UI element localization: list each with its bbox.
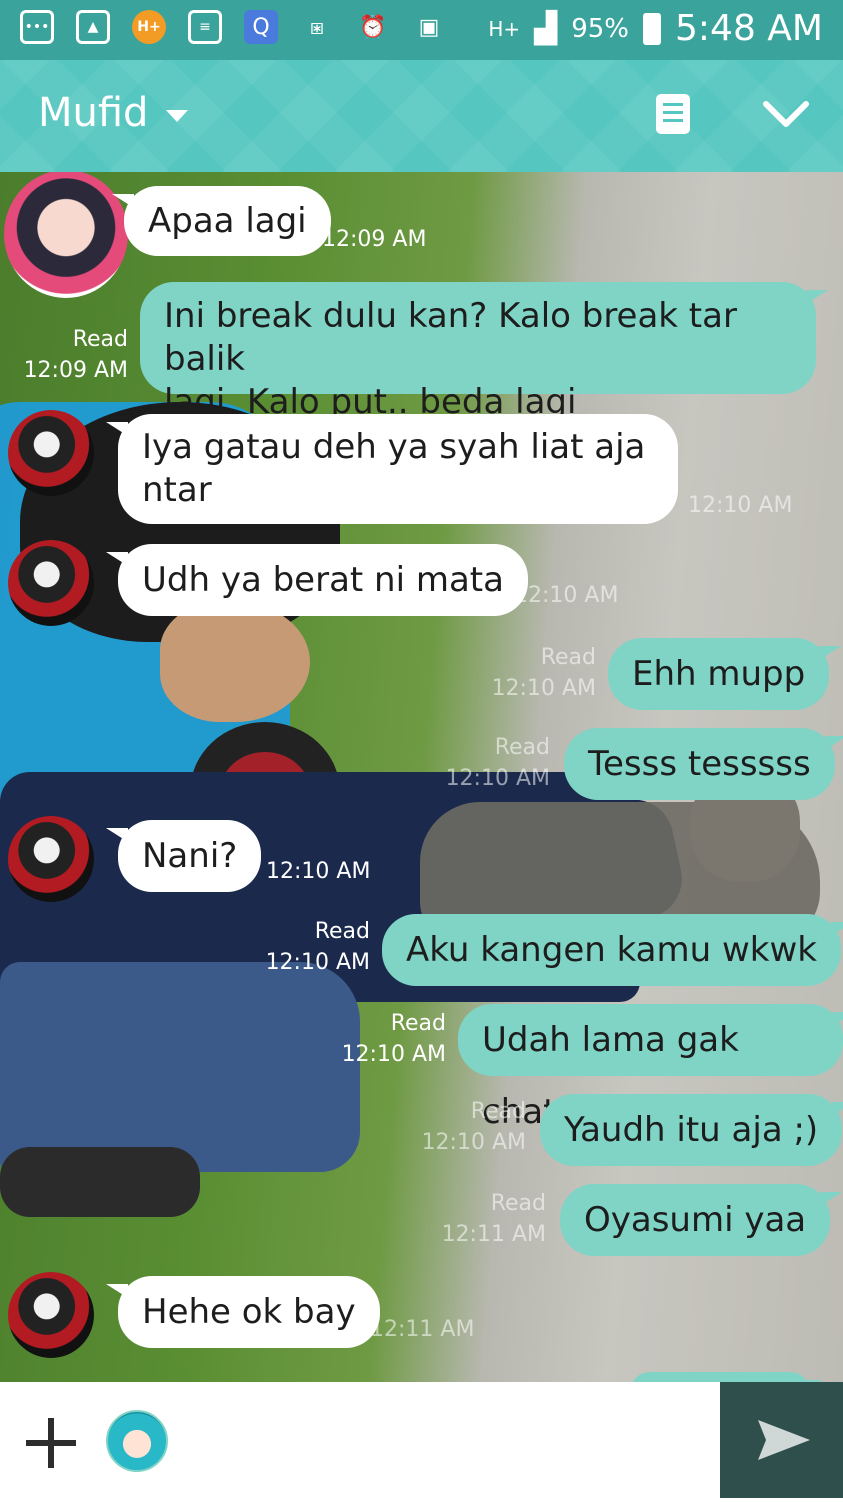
search-app-icon: Q bbox=[244, 10, 278, 44]
message-meta: Read 12:10 AM bbox=[434, 732, 550, 794]
vibrate-icon: ⧆ bbox=[310, 14, 324, 40]
message-bubble-incoming[interactable]: Apaa lagi bbox=[112, 186, 331, 256]
message-meta: Read 12:10 AM bbox=[410, 1096, 526, 1158]
message-text: Ini break dulu kan? Kalo break tar balik bbox=[164, 296, 737, 379]
message-time: 12:10 AM bbox=[421, 1130, 526, 1155]
message-time: 12:10 AM bbox=[688, 493, 793, 518]
alarm-icon: ⏰ bbox=[359, 14, 387, 40]
message-bubble-outgoing[interactable]: Tesss tesssss bbox=[564, 728, 843, 800]
chat-area[interactable]: Apaa lagi 12:09 AM Read 12:09 AM Ini bre… bbox=[0, 172, 843, 1382]
contact-name[interactable]: Mufid bbox=[38, 90, 148, 136]
gallery-icon: ▲ bbox=[76, 10, 110, 44]
message-meta: Read 12:09 AM bbox=[20, 324, 128, 386]
message-time: 12:11 AM bbox=[370, 1317, 475, 1342]
read-label: Read bbox=[72, 327, 128, 352]
message-meta: Read 12:10 AM bbox=[480, 642, 596, 704]
message-bubble-outgoing[interactable]: Ini break dulu kan? Kalo break tar balik… bbox=[140, 282, 828, 422]
message-meta: Read 12:10 AM bbox=[254, 916, 370, 978]
read-label: Read bbox=[390, 1011, 446, 1036]
message-text: Nani? bbox=[142, 836, 238, 876]
chat-bubble-icon: ••• bbox=[20, 10, 54, 44]
chat-header: Mufid bbox=[0, 60, 843, 172]
message-bubble-outgoing[interactable]: Aku kangen kamu wkwk bbox=[382, 914, 843, 986]
message-bubble-outgoing[interactable]: Yaudh itu aja ;) bbox=[540, 1094, 843, 1166]
clock: 5:48 AM bbox=[675, 8, 823, 49]
ghoul-avatar[interactable] bbox=[8, 410, 94, 496]
message-text: Yaudh itu aja ;) bbox=[564, 1110, 819, 1150]
message-time: 12:10 AM bbox=[445, 766, 550, 791]
ghoul-avatar[interactable] bbox=[8, 540, 94, 626]
add-icon[interactable] bbox=[26, 1418, 76, 1468]
message-text: Tesss tesssss bbox=[588, 744, 811, 784]
bbm-icon: ≡ bbox=[188, 10, 222, 44]
message-bubble-incoming[interactable]: Hehe ok bay bbox=[106, 1276, 380, 1348]
message-time: 12:10 AM bbox=[491, 676, 596, 701]
message-time: 12:10 AM bbox=[514, 583, 619, 608]
status-right: H+ ▟ 95% 5:48 AM bbox=[488, 8, 823, 49]
message-bubble-outgoing[interactable]: Oyasumi yaa bbox=[560, 1184, 843, 1256]
message-bubble-outgoing[interactable]: Udah lama gak chat bbox=[458, 1004, 843, 1132]
read-label: Read bbox=[314, 919, 370, 944]
battery-percent: 95% bbox=[571, 13, 630, 44]
message-text: Oyasumi yaa bbox=[584, 1200, 807, 1240]
send-button[interactable] bbox=[720, 1382, 843, 1498]
message-time: 12:09 AM bbox=[322, 227, 427, 252]
message-bubble-outgoing[interactable]: Ehh mupp bbox=[608, 638, 842, 710]
network-icon: H+ bbox=[488, 16, 521, 41]
read-label: Read bbox=[540, 645, 596, 670]
message-time: 12:11 AM bbox=[441, 1222, 546, 1247]
message-text: ntar bbox=[142, 470, 212, 510]
status-bar: ••• ▲ H+ ≡ Q ⧆ ⏰ ▣ H+ ▟ 95% 5:48 AM bbox=[0, 0, 843, 60]
message-text: Udh ya berat ni mata bbox=[142, 560, 504, 600]
read-label: Read bbox=[470, 1099, 526, 1124]
message-text: Aku kangen kamu wkwk bbox=[406, 930, 817, 970]
message-text: Apaa lagi bbox=[148, 201, 307, 241]
hplus-app-icon: H+ bbox=[132, 10, 166, 44]
message-bubble-outgoing-partial[interactable] bbox=[630, 1372, 822, 1382]
input-bar bbox=[0, 1382, 720, 1498]
message-time: 12:10 AM bbox=[265, 950, 370, 975]
ghoul-avatar[interactable] bbox=[8, 816, 94, 902]
dropdown-caret-icon[interactable] bbox=[166, 110, 188, 122]
message-time: 12:10 AM bbox=[266, 859, 371, 884]
notification-icons: ••• ▲ H+ ≡ Q ⧆ ⏰ ▣ bbox=[20, 10, 446, 44]
anime-girl-avatar[interactable] bbox=[4, 172, 128, 298]
read-label: Read bbox=[490, 1191, 546, 1216]
send-icon bbox=[758, 1420, 810, 1460]
read-label: Read bbox=[494, 735, 550, 760]
notes-icon[interactable] bbox=[656, 94, 690, 134]
message-bubble-incoming[interactable]: Udh ya berat ni mata bbox=[106, 544, 528, 616]
message-text: Hehe ok bay bbox=[142, 1292, 356, 1332]
message-text: Ehh mupp bbox=[632, 654, 806, 694]
signal-icon: ▟ bbox=[534, 11, 558, 46]
sim-icon: ▣ bbox=[418, 14, 440, 40]
ghoul-avatar[interactable] bbox=[8, 1272, 94, 1358]
collapse-check-icon[interactable] bbox=[762, 96, 810, 130]
message-meta: Read 12:11 AM bbox=[430, 1188, 546, 1250]
message-text: Iya gatau deh ya syah liat aja bbox=[142, 427, 646, 467]
message-time: 12:10 AM bbox=[341, 1042, 446, 1067]
battery-icon bbox=[643, 12, 662, 45]
message-time: 12:09 AM bbox=[23, 358, 128, 383]
sticker-icon[interactable] bbox=[106, 1410, 168, 1472]
message-bubble-incoming[interactable]: Iya gatau deh ya syah liat aja ntar bbox=[106, 414, 678, 524]
message-bubble-incoming[interactable]: Nani? bbox=[105, 820, 262, 892]
message-meta: Read 12:10 AM bbox=[330, 1008, 446, 1070]
